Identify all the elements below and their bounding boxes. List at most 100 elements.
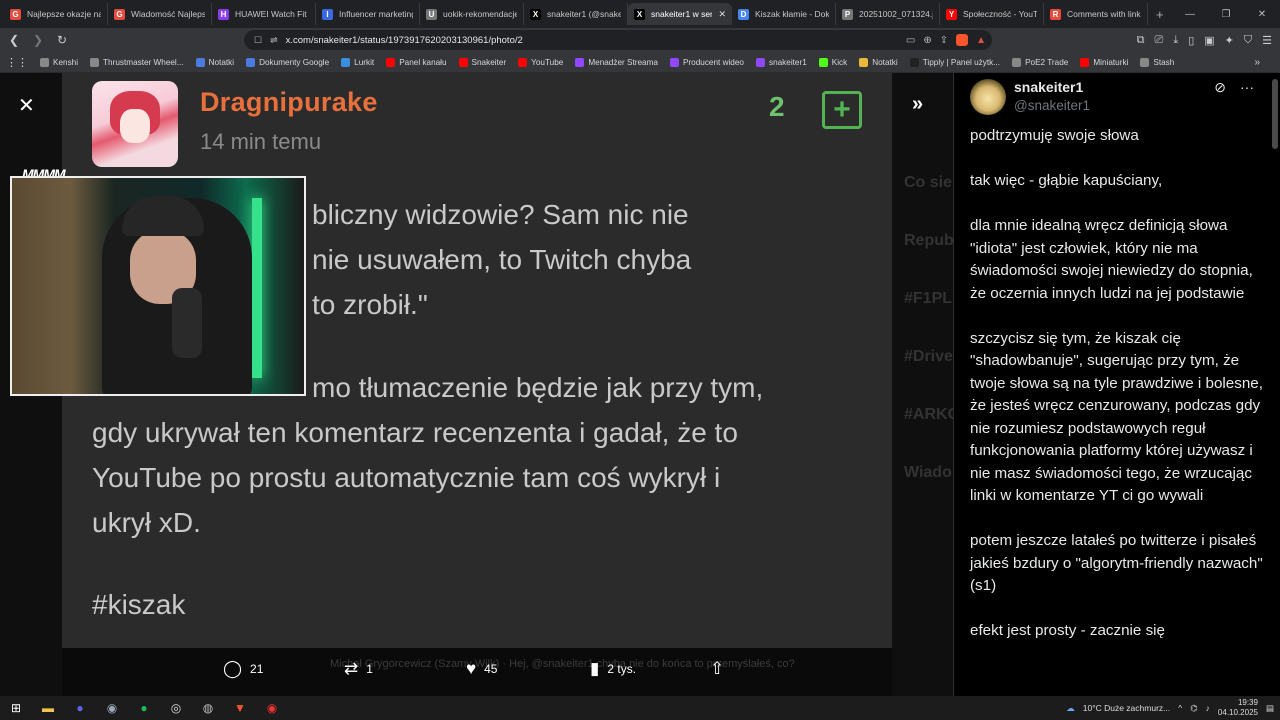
close-window-icon[interactable]: ✕: [1244, 9, 1280, 20]
bookmark-item[interactable]: Menadżer Streama: [575, 57, 658, 67]
bookmark-item[interactable]: Kick: [818, 57, 847, 67]
spotify-icon[interactable]: ●: [133, 700, 155, 716]
browser-tab[interactable]: Y Społeczność - YouTu: [940, 3, 1044, 25]
bookmark-label: Tipply | Panel użytk...: [922, 57, 1001, 67]
more-bookmarks-icon[interactable]: »: [1254, 57, 1260, 68]
zoom-icon[interactable]: ⊕: [923, 35, 931, 46]
comment-score: 2: [769, 91, 785, 122]
sidebar-icon[interactable]: ▯: [1188, 34, 1194, 47]
leo-icon[interactable]: ✦: [1225, 34, 1234, 47]
bookmark-icon: [458, 57, 468, 67]
bookmark-item[interactable]: Dokumenty Google: [246, 57, 329, 67]
comment-hashtag: #kiszak: [92, 589, 186, 620]
cast-icon[interactable]: ▭: [906, 35, 915, 46]
browser-tab[interactable]: R Comments with link: [1044, 3, 1148, 25]
user-avatar[interactable]: [970, 79, 1006, 115]
bookmark-item[interactable]: Thrustmaster Wheel...: [90, 57, 184, 67]
clock-time: 19:39: [1237, 698, 1258, 707]
tab-close-icon[interactable]: ✕: [718, 9, 726, 20]
browser-tab[interactable]: Xsnakeiter1 (@snake: [524, 3, 628, 25]
upvote-plus-icon: +: [822, 91, 862, 129]
comment-line: gdy ukrywał ten komentarz recenzenta i g…: [92, 417, 738, 448]
bookmark-item[interactable]: Miniaturki: [1080, 57, 1128, 67]
bookmark-star-icon[interactable]: ☐: [254, 35, 262, 46]
wallet-icon[interactable]: ▣: [1204, 34, 1214, 47]
tab-title: Kiszak kłamie - Dok: [755, 9, 829, 19]
bookmark-item[interactable]: Stash: [1140, 57, 1174, 67]
site-info-icon[interactable]: ⇌: [270, 35, 278, 46]
screenshot-icon[interactable]: ⎚: [1155, 34, 1164, 47]
address-bar[interactable]: ☐ ⇌ x.com/snakeiter1/status/197391762020…: [244, 30, 992, 50]
repost-button[interactable]: ⇄ 1: [344, 659, 373, 679]
extensions-icon[interactable]: ⧉: [1137, 34, 1145, 47]
bookmark-item[interactable]: Producent wideo: [669, 57, 744, 67]
bookmark-item[interactable]: Panel kanału: [386, 57, 447, 67]
browser-tab[interactable]: H HUAWEI Watch Fit 3: [212, 3, 316, 25]
bookmark-item[interactable]: Kenshi: [40, 57, 79, 67]
network-icon[interactable]: ⌬: [1190, 703, 1197, 714]
bookmark-item[interactable]: snakeiter1: [755, 57, 807, 67]
bookmark-item[interactable]: Snakeiter: [458, 57, 506, 67]
browser-tab[interactable]: Uuokik-rekomendacje: [420, 3, 524, 25]
volume-icon[interactable]: ♪: [1206, 703, 1210, 713]
app-icon[interactable]: ◍: [197, 700, 219, 716]
collapse-sidebar-icon[interactable]: »: [912, 93, 923, 116]
tab-favicon-icon: H: [218, 8, 229, 20]
tab-favicon-icon: R: [1050, 8, 1061, 20]
tweet-text: podtrzymuję swoje słowa tak więc - głąbi…: [970, 127, 1263, 639]
notifications-icon[interactable]: ▤: [1266, 703, 1274, 714]
background-trend: #Drive: [904, 348, 953, 365]
more-options-icon[interactable]: ···: [1240, 79, 1254, 96]
bookmark-item[interactable]: YouTube: [518, 57, 563, 67]
browser-tab[interactable]: G Wiadomość Najlepsze: [108, 3, 212, 25]
apps-icon[interactable]: ⋮⋮: [6, 56, 28, 69]
minimize-icon[interactable]: —: [1172, 9, 1208, 20]
new-tab-icon[interactable]: +: [1156, 7, 1164, 22]
download-icon[interactable]: ⤓: [1173, 34, 1178, 47]
bookmark-icon: [1140, 57, 1150, 67]
close-viewer-icon[interactable]: ✕: [18, 93, 35, 118]
menu-icon[interactable]: ☰: [1262, 34, 1272, 47]
views-button[interactable]: ▮ 2 tys.: [590, 659, 636, 679]
share-button[interactable]: ⇧: [710, 659, 724, 679]
tray-chevron-icon[interactable]: ^: [1178, 703, 1182, 713]
user-handle[interactable]: @snakeiter1: [1014, 98, 1090, 113]
recorder-icon[interactable]: ◉: [261, 700, 283, 716]
like-button[interactable]: ♥ 45: [466, 659, 497, 679]
browser-tab[interactable]: I Influencer marketing: [316, 3, 420, 25]
brave-shield-icon[interactable]: [956, 34, 969, 46]
reply-button[interactable]: ◯ 21: [223, 659, 263, 679]
bookmark-item[interactable]: Lurkit: [341, 57, 374, 67]
scrollbar[interactable]: [1272, 79, 1278, 149]
obs-icon[interactable]: ◎: [165, 700, 187, 716]
brave-browser-icon[interactable]: ▼: [229, 700, 251, 716]
browser-tab[interactable]: P 20251002_071324.jp: [836, 3, 940, 25]
weather-text[interactable]: 10°C Duże zachmurz...: [1083, 703, 1171, 713]
tab-title: Comments with link: [1067, 9, 1141, 19]
tab-favicon-icon: P: [842, 8, 853, 20]
browser-tab[interactable]: G Najlepsze okazje na: [4, 3, 108, 25]
back-icon[interactable]: ❮: [4, 33, 24, 47]
bookmark-label: Kenshi: [53, 57, 79, 67]
steam-icon[interactable]: ◉: [101, 700, 123, 716]
discord-icon[interactable]: ●: [69, 700, 91, 716]
reload-icon[interactable]: ↻: [52, 33, 72, 47]
clock[interactable]: 19:39 04.10.2025: [1218, 698, 1258, 718]
browser-tab[interactable]: Xsnakeiter1 w serw ✕: [628, 3, 732, 25]
file-explorer-icon[interactable]: ▬: [37, 700, 59, 716]
rewards-icon[interactable]: ▲: [976, 35, 986, 46]
vpn-icon[interactable]: ⛉: [1244, 34, 1252, 47]
tweet-side-panel: snakeiter1 @snakeiter1 ⊘ ··· podtrzymuję…: [953, 73, 1280, 696]
user-name[interactable]: snakeiter1: [1014, 79, 1083, 95]
tab-favicon-icon: D: [738, 8, 749, 20]
bookmark-item[interactable]: PoE2 Trade: [1012, 57, 1068, 67]
bookmark-item[interactable]: Tipply | Panel użytk...: [909, 57, 1001, 67]
grok-icon[interactable]: ⊘: [1214, 79, 1226, 96]
bookmark-item[interactable]: Notatki: [859, 57, 898, 67]
restore-icon[interactable]: ❐: [1208, 9, 1244, 20]
share-icon[interactable]: ⇪: [940, 35, 948, 46]
browser-tab[interactable]: D Kiszak kłamie - Dok: [732, 3, 836, 25]
bookmark-item[interactable]: Notatki: [195, 57, 234, 67]
forward-icon[interactable]: ❯: [28, 33, 48, 47]
windows-start-icon[interactable]: ⊞: [5, 700, 27, 716]
